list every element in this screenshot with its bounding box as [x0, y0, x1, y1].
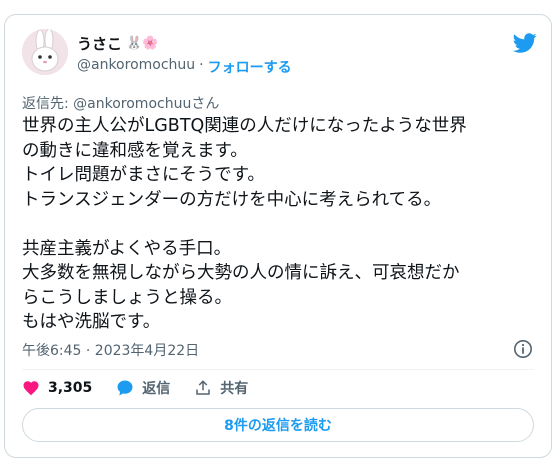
name-emojis: 🐰🌸: [126, 36, 159, 51]
reply-bubble-icon: [117, 380, 133, 396]
author-handle[interactable]: @ankoromochuu: [77, 57, 195, 77]
heart-icon: [23, 381, 39, 396]
reply-label: 返信: [142, 381, 171, 397]
timestamp[interactable]: 午後6:45 · 2023年4月22日: [22, 340, 199, 360]
twitter-bird-icon[interactable]: [513, 31, 537, 55]
share-icon: [196, 380, 211, 395]
follow-button[interactable]: フォローする: [208, 57, 292, 77]
reply-to-label: 返信先: @ankoromochuuさん: [22, 96, 220, 112]
share-button[interactable]: 共有: [194, 378, 248, 398]
tweet-card: うさこ 🐰🌸 @ankoromochuu · フォローする 返信先: @anko…: [4, 14, 552, 458]
share-label: 共有: [220, 381, 249, 397]
divider: [22, 369, 534, 370]
read-replies-button[interactable]: 8件の返信を読む: [22, 408, 534, 442]
like-count: 3,305: [48, 380, 93, 396]
handle-row: @ankoromochuu · フォローする: [77, 57, 292, 77]
display-name[interactable]: うさこ: [77, 33, 122, 54]
like-button[interactable]: 3,305: [22, 379, 92, 397]
author-name-row[interactable]: うさこ 🐰🌸: [77, 33, 158, 54]
info-icon[interactable]: [513, 339, 533, 359]
avatar[interactable]: [22, 29, 68, 75]
reply-button[interactable]: 返信: [116, 378, 170, 398]
action-bar: 3,305 返信 共有: [22, 378, 272, 398]
separator: ·: [199, 57, 204, 73]
tweet-text: 世界の主人公がLGBTQ関連の人だけになったような世界 の動きに違和感を覚えます…: [22, 116, 467, 332]
